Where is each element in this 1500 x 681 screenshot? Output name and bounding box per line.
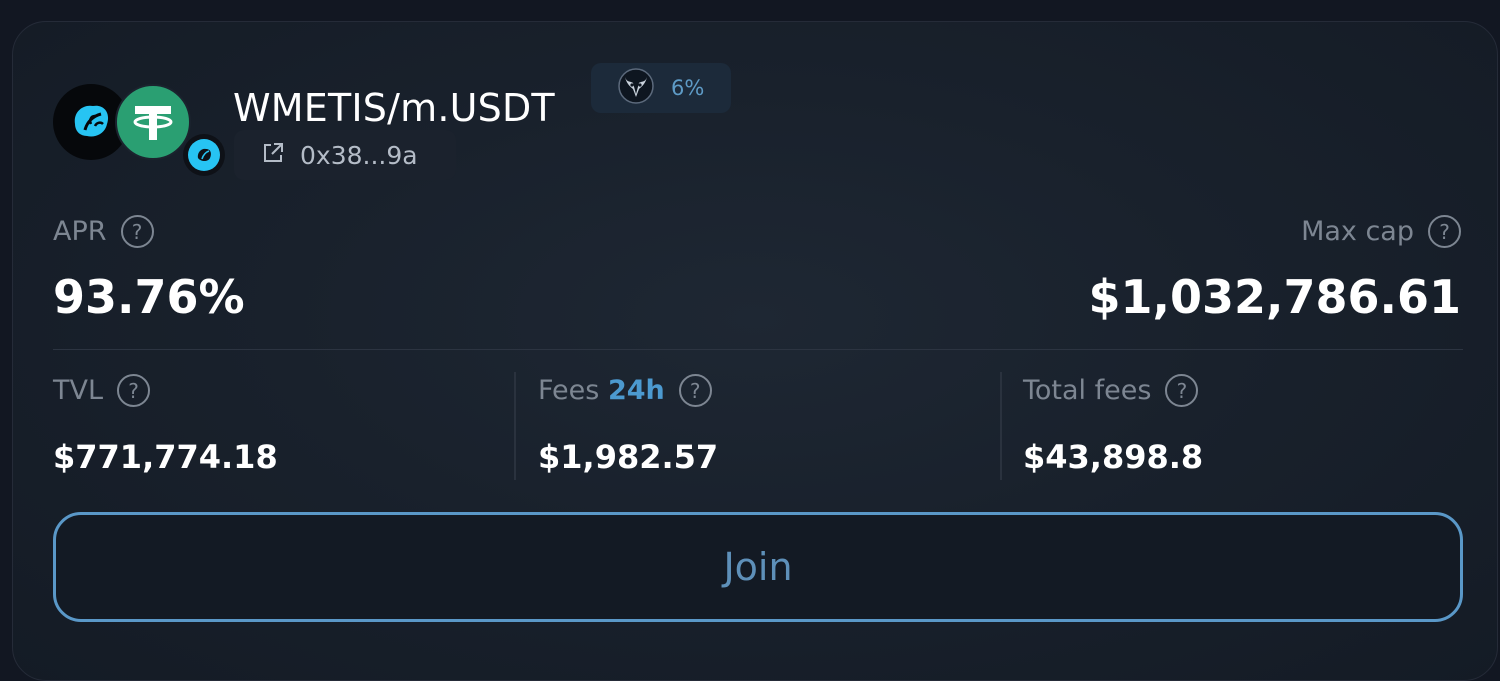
- apr-help-icon[interactable]: ?: [120, 215, 154, 248]
- fees-24h-label-group: Fees 24h ?: [538, 374, 712, 407]
- max-cap-value: $1,032,786.61: [1088, 270, 1462, 324]
- total-fees-stat: Total fees ? $43,898.8: [1023, 372, 1203, 480]
- fees-label: Fees 24h: [538, 375, 665, 406]
- stat-separator: [514, 372, 516, 480]
- max-cap-label-group: Max cap ?: [1301, 215, 1461, 248]
- apr-label: APR: [53, 216, 107, 247]
- stat-separator: [1000, 372, 1002, 480]
- join-button[interactable]: Join: [53, 512, 1463, 622]
- total-fees-label-group: Total fees ?: [1023, 374, 1199, 407]
- tvl-label: TVL: [53, 375, 104, 406]
- usdt-icon: [115, 84, 191, 160]
- apr-label-group: APR ?: [53, 215, 154, 248]
- pool-pair-name: WMETIS/m.USDT: [233, 86, 555, 130]
- apr-value: 93.76%: [53, 270, 245, 324]
- total-fees-help-icon[interactable]: ?: [1165, 374, 1199, 407]
- fee-tier-badge[interactable]: 6%: [591, 63, 731, 113]
- total-fees-label: Total fees: [1023, 375, 1152, 406]
- fees-label-text: Fees: [538, 375, 600, 406]
- bull-emblem-icon: [617, 67, 655, 109]
- tvl-value: $771,774.18: [53, 438, 278, 476]
- external-link-icon: [260, 140, 286, 170]
- tvl-label-group: TVL ?: [53, 374, 151, 407]
- max-cap-label: Max cap: [1301, 216, 1414, 247]
- token-pair-icons: [53, 84, 225, 184]
- contract-address-link[interactable]: 0x38...9a: [234, 130, 456, 180]
- fees-24h-value: $1,982.57: [538, 438, 719, 476]
- total-fees-value: $43,898.8: [1023, 438, 1204, 476]
- fees-help-icon[interactable]: ?: [678, 374, 712, 407]
- pool-card: WMETIS/m.USDT 6% 0x38...9a APR ? 93.76% …: [12, 21, 1498, 681]
- tvl-stat: TVL ? $771,774.18: [53, 372, 278, 480]
- max-cap-help-icon[interactable]: ?: [1428, 215, 1461, 248]
- fees-period-label: 24h: [607, 375, 665, 406]
- contract-address-text: 0x38...9a: [300, 140, 418, 170]
- fee-tier-value: 6%: [671, 76, 705, 100]
- tvl-help-icon[interactable]: ?: [117, 374, 151, 407]
- fees-24h-stat: Fees 24h ? $1,982.57: [538, 372, 718, 480]
- metis-chain-icon: [183, 134, 225, 176]
- divider: [53, 349, 1463, 350]
